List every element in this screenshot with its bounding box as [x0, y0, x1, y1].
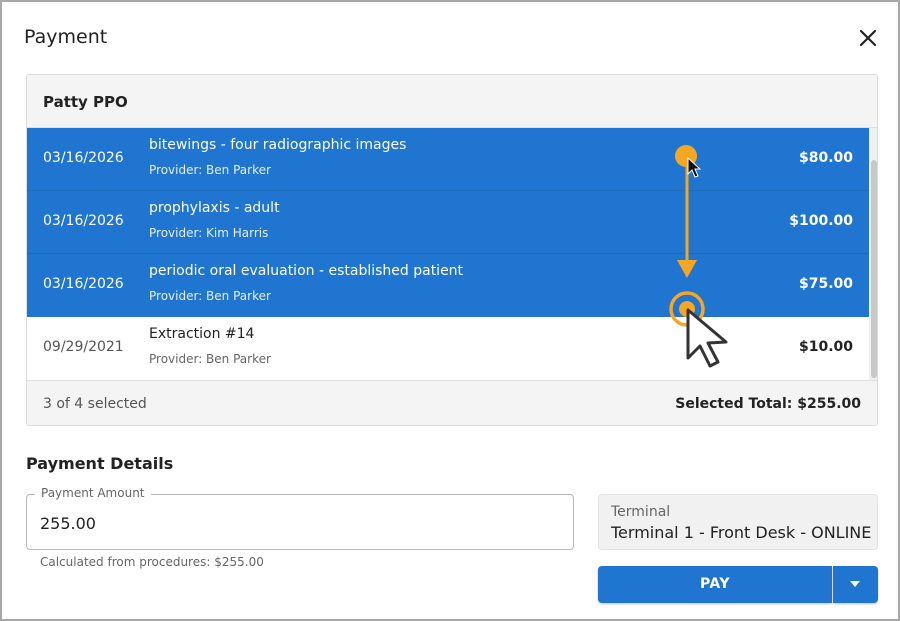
procedure-description: prophylaxis - adult: [149, 200, 280, 216]
procedure-description: Extraction #14: [149, 326, 255, 342]
selected-count: 3 of 4 selected: [43, 396, 147, 412]
procedure-amount: $75.00: [798, 276, 853, 292]
procedure-date: 03/16/2026: [43, 213, 124, 229]
procedure-amount: $10.00: [798, 339, 853, 355]
procedure-date: 09/29/2021: [43, 339, 124, 355]
panel-header: Patty PPO: [27, 75, 877, 128]
procedure-amount: $80.00: [798, 150, 853, 166]
procedure-description: periodic oral evaluation - established p…: [149, 263, 464, 279]
selected-total: Selected Total: $255.00: [675, 396, 861, 412]
procedure-amount: $100.00: [789, 213, 853, 229]
payment-amount-helper: Calculated from procedures: $255.00: [40, 555, 264, 569]
insurance-plan-name: Patty PPO: [43, 93, 128, 111]
procedure-row[interactable]: 09/29/2021 Extraction #14 Provider: Ben …: [27, 317, 869, 380]
scrollbar-thumb[interactable]: [871, 160, 877, 378]
procedure-provider: Provider: Ben Parker: [149, 163, 271, 177]
pay-options-button[interactable]: [833, 566, 878, 603]
procedure-row[interactable]: 03/16/2026 bitewings - four radiographic…: [27, 128, 869, 191]
procedures-panel: Patty PPO 03/16/2026 bitewings - four ra…: [26, 74, 878, 426]
payment-amount-value: 255.00: [40, 514, 96, 533]
close-icon: [859, 29, 877, 47]
payment-amount-label: Payment Amount: [35, 486, 151, 500]
procedure-row[interactable]: 03/16/2026 periodic oral evaluation - es…: [27, 254, 869, 317]
procedure-list: 03/16/2026 bitewings - four radiographic…: [27, 128, 869, 380]
caret-down-icon: [850, 581, 860, 587]
procedure-row[interactable]: 03/16/2026 prophylaxis - adult Provider:…: [27, 191, 869, 254]
payment-dialog: Payment Patty PPO 03/16/2026 bitewings -…: [0, 0, 900, 621]
list-scrollbar[interactable]: [869, 128, 877, 380]
terminal-select[interactable]: Terminal Terminal 1 - Front Desk - ONLIN…: [598, 494, 878, 550]
dialog-title: Payment: [24, 26, 108, 48]
procedure-date: 03/16/2026: [43, 276, 124, 292]
pay-button[interactable]: PAY: [598, 566, 832, 603]
close-button[interactable]: [856, 26, 880, 50]
procedure-provider: Provider: Ben Parker: [149, 289, 271, 303]
procedure-provider: Provider: Ben Parker: [149, 352, 271, 366]
procedure-date: 03/16/2026: [43, 150, 124, 166]
payment-details-title: Payment Details: [26, 454, 174, 473]
terminal-label: Terminal: [611, 504, 671, 520]
payment-amount-field[interactable]: Payment Amount 255.00: [26, 486, 574, 550]
terminal-value: Terminal 1 - Front Desk - ONLINE: [611, 523, 872, 542]
procedure-description: bitewings - four radiographic images: [149, 137, 407, 153]
procedure-provider: Provider: Kim Harris: [149, 226, 269, 240]
panel-footer: 3 of 4 selected Selected Total: $255.00: [27, 380, 877, 425]
